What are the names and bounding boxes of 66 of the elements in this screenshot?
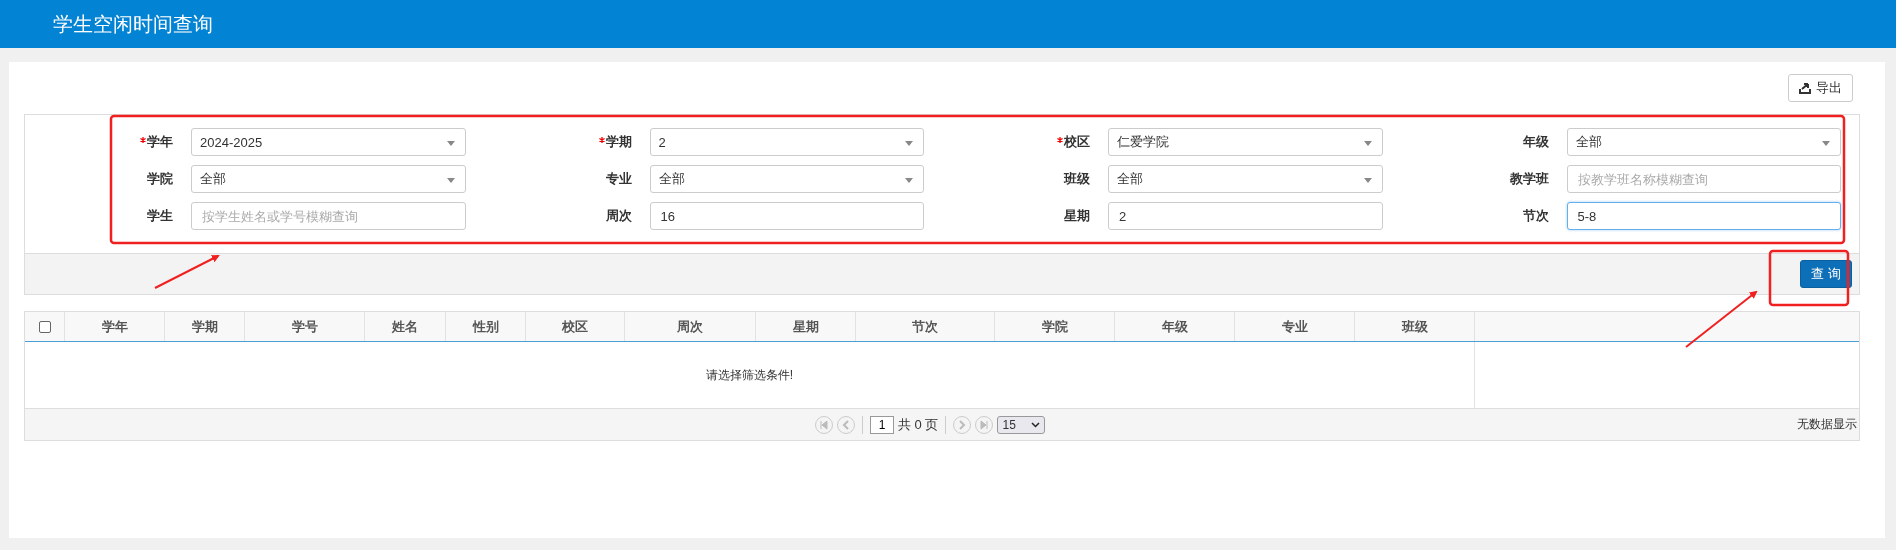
column-header: 学期: [191, 317, 218, 336]
field-label: 年级: [1522, 133, 1549, 151]
column-header: 校区: [562, 317, 588, 336]
column-header: 星期: [792, 317, 819, 336]
dropdown-field[interactable]: 2024-2025: [191, 128, 466, 156]
column-header: 性别: [472, 317, 499, 336]
skip-back-icon: [818, 418, 830, 431]
field-label: 学院: [147, 170, 173, 188]
export-button[interactable]: 导出: [1788, 74, 1853, 102]
empty-message: 请选择筛选条件!: [705, 366, 794, 384]
field-label: 学年: [147, 133, 173, 151]
column-header: 姓名: [392, 317, 418, 336]
chevron-left-icon: [840, 418, 852, 431]
skip-forward-icon: [978, 418, 991, 431]
column-header: 学年: [101, 317, 128, 336]
input-field[interactable]: 5-8: [1566, 202, 1841, 230]
page-title: 学生空闲时间查询: [53, 11, 213, 37]
first-page-button[interactable]: [815, 415, 833, 434]
column-header: 学号: [291, 317, 318, 336]
column-header: 节次: [912, 317, 938, 336]
input-field[interactable]: 按学生姓名或学号模糊查询: [191, 202, 466, 230]
next-page-button[interactable]: [953, 415, 972, 434]
export-icon: [1799, 82, 1811, 94]
input-field[interactable]: 按教学班名称模糊查询: [1566, 165, 1841, 193]
dropdown-field[interactable]: 2: [649, 128, 924, 156]
column-header: 年级: [1161, 317, 1188, 336]
dropdown-caret-icon: [905, 141, 913, 146]
select-all-checkbox[interactable]: [38, 320, 51, 333]
field-label: 校区: [1064, 133, 1090, 151]
field-label: 学期: [605, 133, 632, 151]
field-label: 学生: [147, 207, 173, 225]
page-size-dropdown[interactable]: 15: [997, 415, 1046, 434]
dropdown-field[interactable]: 全部: [649, 165, 924, 193]
previous-page-button[interactable]: [837, 415, 855, 434]
field-label: 周次: [605, 207, 632, 225]
page-number-field[interactable]: 1: [870, 415, 894, 434]
column-header: 周次: [677, 317, 703, 336]
last-page-button[interactable]: [975, 415, 994, 434]
search-button[interactable]: 查 询: [1800, 260, 1852, 288]
pager-status: 无数据显示: [1797, 416, 1858, 433]
required-asterisk-icon: [140, 136, 146, 143]
dropdown-caret-icon: [446, 141, 455, 146]
field-label: 专业: [605, 170, 632, 188]
column-header: 专业: [1281, 317, 1308, 336]
field-label: 节次: [1522, 207, 1549, 225]
column-header: 班级: [1401, 317, 1428, 336]
dropdown-caret-icon: [1822, 141, 1830, 146]
chevron-down-icon: [1031, 421, 1041, 428]
dropdown-caret-icon: [1363, 178, 1372, 183]
dropdown-field[interactable]: 全部: [1108, 165, 1383, 193]
dropdown-caret-icon: [446, 178, 455, 183]
required-asterisk-icon: [1057, 136, 1063, 143]
dropdown-caret-icon: [905, 178, 913, 183]
field-label: 班级: [1064, 170, 1090, 188]
input-field[interactable]: 16: [649, 202, 924, 230]
dropdown-field[interactable]: 全部: [1566, 128, 1841, 156]
page-count: 共 0 页: [898, 415, 939, 434]
dropdown-caret-icon: [1363, 141, 1372, 146]
required-asterisk-icon: [598, 136, 605, 143]
annotation-arrow: [154, 255, 220, 289]
input-field[interactable]: 2: [1108, 202, 1383, 230]
column-header: 学院: [1041, 317, 1068, 336]
dropdown-field[interactable]: 仁爱学院: [1108, 128, 1383, 156]
field-label: 星期: [1064, 207, 1090, 225]
dropdown-field[interactable]: 全部: [191, 165, 466, 193]
field-label: 教学班: [1509, 170, 1549, 188]
